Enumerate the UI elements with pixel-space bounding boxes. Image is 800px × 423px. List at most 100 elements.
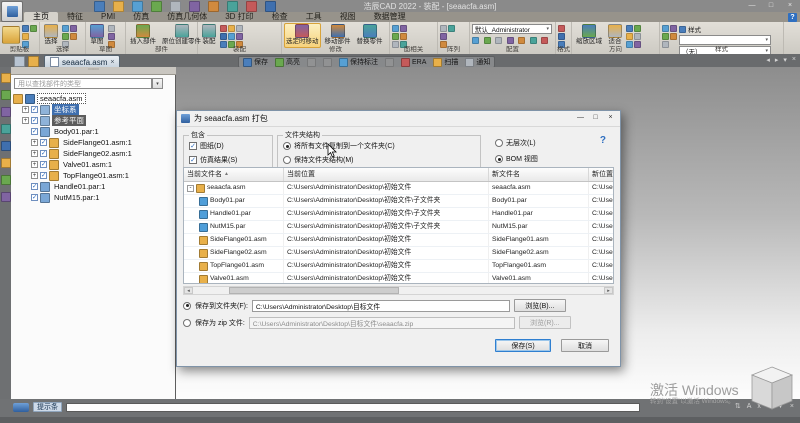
table-row[interactable]: Body01.parC:\Users\Administrator\Desktop…	[184, 195, 613, 208]
ribbon-tab[interactable]: 数据管理	[365, 12, 415, 22]
scroll-tabs-left-icon[interactable]: ◂	[766, 56, 770, 64]
ribbon-small-icon[interactable]	[662, 33, 669, 40]
tree-checkbox[interactable]: ✓	[31, 106, 38, 113]
ribbon-small-icon[interactable]	[558, 25, 565, 32]
table-row[interactable]: TopFlange01.asmC:\Users\Administrator\De…	[184, 260, 613, 273]
ribbon-small-icon[interactable]	[440, 25, 447, 32]
ribbon-small-icon[interactable]	[448, 25, 455, 32]
ribbon-small-icon[interactable]	[392, 33, 399, 40]
command-toolbar-item[interactable]: 高亮	[275, 57, 300, 67]
ribbon-small-icon[interactable]	[236, 25, 243, 32]
tree-checkbox[interactable]: ✓	[31, 194, 38, 201]
library-icon[interactable]	[1, 90, 11, 100]
expander-icon[interactable]: +	[31, 172, 38, 179]
file-table[interactable]: 当前文件名▲当前位置新文件名新位置 -seaacfa.asmC:\Users\A…	[183, 167, 614, 284]
tab-list-icon[interactable]: ▾	[783, 56, 787, 64]
expander-icon[interactable]: +	[22, 106, 29, 113]
minimize-icon[interactable]: —	[746, 1, 758, 10]
expander-icon[interactable]: -	[187, 185, 194, 192]
tree-item[interactable]: +✓SideFlange02.asm:1	[12, 148, 174, 159]
prompt-bar-input[interactable]	[66, 403, 640, 412]
ribbon-small-icon[interactable]	[62, 25, 69, 32]
dialog-close-icon[interactable]: ×	[603, 112, 618, 123]
command-toolbar-item[interactable]: 扫描	[433, 57, 458, 67]
select-tools-icon[interactable]	[1, 175, 11, 185]
scroll-tabs-right-icon[interactable]: ▸	[775, 56, 779, 64]
horizontal-scrollbar[interactable]: ◂ ▸	[183, 286, 614, 295]
cancel-button[interactable]: 取消	[561, 339, 609, 352]
radio-button[interactable]	[283, 142, 291, 150]
column-header[interactable]: 新文件名	[489, 168, 589, 181]
pathfinder-icon[interactable]	[1, 107, 11, 117]
table-row[interactable]: Handle01.parC:\Users\Administrator\Deskt…	[184, 208, 613, 221]
table-row[interactable]: SideFlange01.asmC:\Users\Administrator\D…	[184, 234, 613, 247]
ribbon-small-icon[interactable]	[70, 25, 77, 32]
home-icon[interactable]	[1, 73, 11, 83]
ribbon-small-icon[interactable]	[228, 25, 235, 32]
ribbon-small-icon[interactable]	[670, 25, 677, 32]
print-icon[interactable]	[170, 1, 181, 12]
tree-checkbox[interactable]: ✓	[40, 150, 47, 157]
tree-checkbox[interactable]: ✓	[40, 172, 47, 179]
ribbon-tab[interactable]: 工具	[297, 12, 331, 22]
expander-icon[interactable]: +	[22, 117, 29, 124]
table-header[interactable]: 当前文件名▲当前位置新文件名新位置	[184, 168, 613, 182]
table-row[interactable]: Valve01.asmC:\Users\Administrator\Deskto…	[184, 273, 613, 284]
expander-icon[interactable]: +	[31, 139, 38, 146]
checkbox[interactable]: ✓	[189, 156, 197, 164]
ribbon-small-icon[interactable]	[626, 25, 633, 32]
command-toolbar-item[interactable]: 保存	[243, 57, 268, 67]
sensors-icon[interactable]	[1, 141, 11, 151]
ribbon-small-icon[interactable]	[62, 33, 69, 40]
scroll-right-icon[interactable]: ▸	[604, 287, 613, 294]
ribbon-tab[interactable]: 仿真几何体	[158, 12, 216, 22]
command-toolbar-item[interactable]: 通知	[465, 57, 490, 67]
ribbon-button[interactable]: 装配	[200, 23, 218, 48]
scroll-thumb[interactable]	[229, 287, 399, 294]
table-row[interactable]: NutM15.parC:\Users\Administrator\Desktop…	[184, 221, 613, 234]
save-as-icon[interactable]	[151, 1, 162, 12]
dialog-minimize-icon[interactable]: —	[573, 112, 588, 123]
panel-grip[interactable]: ┄┄┄	[11, 67, 176, 75]
ribbon-button[interactable]: 选择	[42, 23, 60, 48]
ribbon-small-icon[interactable]	[108, 25, 115, 32]
table-row[interactable]: -seaacfa.asmC:\Users\Administrator\Deskt…	[184, 182, 613, 195]
ribbon-small-icon[interactable]	[518, 37, 525, 44]
close-tab-icon[interactable]: ×	[110, 59, 114, 66]
search-input[interactable]: 用以查找部件的类型	[14, 78, 152, 89]
ribbon-small-icon[interactable]	[22, 33, 29, 40]
tree-checkbox[interactable]: ✓	[40, 139, 47, 146]
open-icon[interactable]	[113, 1, 124, 12]
ribbon-button[interactable]: 插入部件	[128, 23, 158, 48]
redo-icon[interactable]	[227, 1, 238, 12]
ribbon-tab[interactable]: 3D 打印	[216, 12, 262, 22]
tree-item[interactable]: ✓Body01.par:1	[12, 126, 174, 137]
close-document-icon[interactable]: ×	[792, 56, 796, 64]
ribbon-tab[interactable]: 特征	[58, 12, 92, 22]
browse-folder-button[interactable]: 浏览(B)...	[514, 299, 566, 312]
print-preview-icon[interactable]	[189, 1, 200, 12]
view-cube[interactable]	[746, 365, 798, 415]
tree-item[interactable]: +✓SideFlange01.asm:1	[12, 137, 174, 148]
tree-item[interactable]: ✓Handle01.par:1	[12, 181, 174, 192]
ribbon-small-icon[interactable]	[392, 25, 399, 32]
ribbon-small-icon[interactable]	[400, 33, 407, 40]
tree-item[interactable]: +✓参考平面	[12, 115, 174, 126]
ribbon-button[interactable]: 选定时移动	[284, 23, 321, 48]
tree-item[interactable]: seaacfa.asm	[12, 93, 174, 104]
save-folder-radio[interactable]	[183, 302, 191, 310]
ribbon-small-icon[interactable]	[530, 37, 537, 44]
dialog-maximize-icon[interactable]: □	[588, 112, 603, 123]
ribbon-button[interactable]: 适合	[606, 23, 624, 48]
radio-button[interactable]	[495, 155, 503, 163]
config-dropdown[interactable]: 默认_Administrator▾	[472, 24, 552, 34]
ribbon-small-icon[interactable]	[495, 37, 502, 44]
config-icon[interactable]	[1, 158, 11, 168]
ribbon-small-icon[interactable]	[507, 37, 514, 44]
ribbon-small-icon[interactable]	[228, 33, 235, 40]
checkbox[interactable]: ✓	[189, 142, 197, 150]
radio-button[interactable]	[495, 139, 503, 147]
ribbon-small-icon[interactable]	[440, 33, 447, 40]
table-row[interactable]: SideFlange02.asmC:\Users\Administrator\D…	[184, 247, 613, 260]
search-dropdown-icon[interactable]: ▾	[152, 78, 163, 89]
